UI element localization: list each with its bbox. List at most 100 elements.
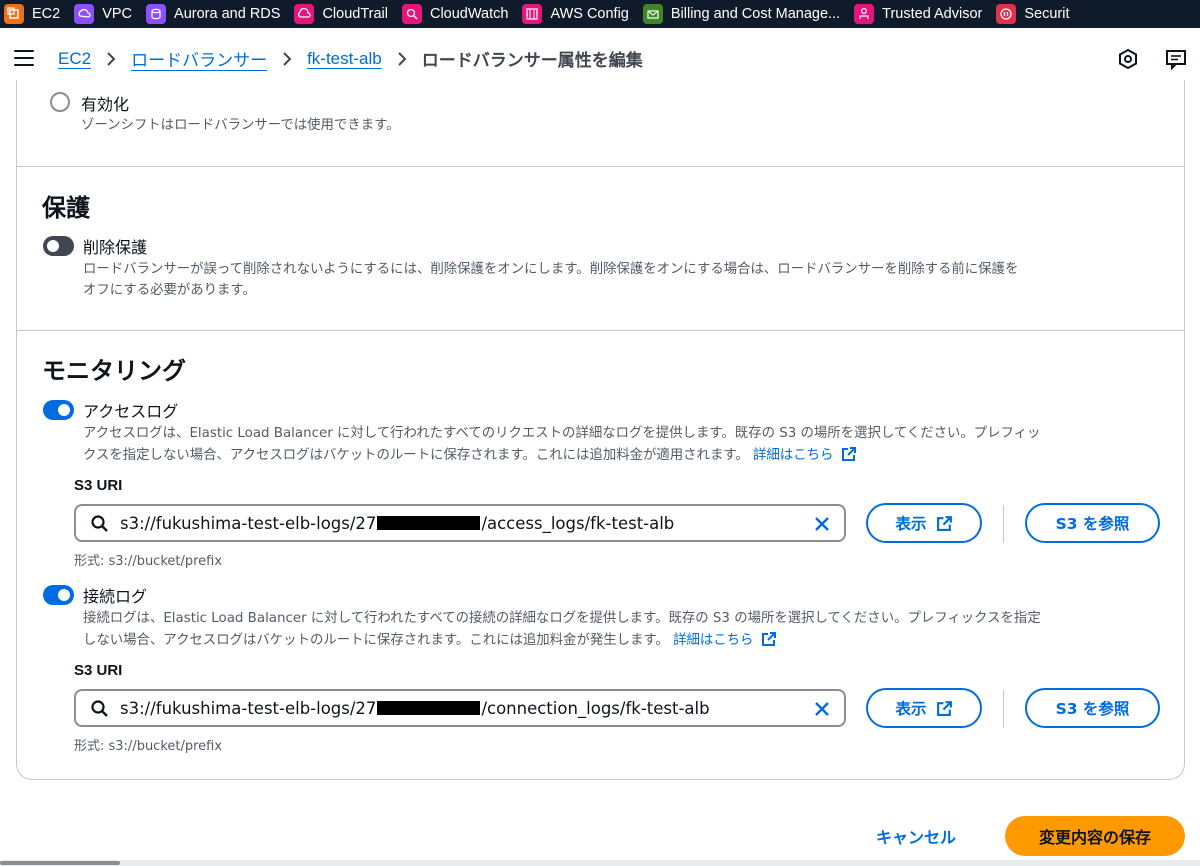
favorite-label: CloudTrail xyxy=(322,6,388,22)
favorite-label: Trusted Advisor xyxy=(882,6,983,22)
rds-icon xyxy=(146,4,167,24)
chevron-right-icon xyxy=(106,51,116,66)
zonal-shift-description: ゾーンシフトはロードバランサーでは使用できます。 xyxy=(81,118,400,133)
favorite-label: Billing and Cost Manage... xyxy=(670,6,841,22)
view-button-label: 表示 xyxy=(895,515,927,533)
cloudtrail-icon xyxy=(294,4,315,24)
favorite-label: EC2 xyxy=(32,6,61,22)
learn-more-label: 詳細はこちら xyxy=(753,448,834,463)
ec2-icon xyxy=(4,4,24,24)
favorite-cloudtrail[interactable]: CloudTrail xyxy=(290,0,398,28)
favorite-rds[interactable]: Aurora and RDS xyxy=(142,0,290,28)
enable-label: 有効化 xyxy=(81,95,130,114)
connection-logs-label: 接続ログ xyxy=(83,587,148,606)
connection-logs-toggle[interactable] xyxy=(43,585,74,605)
section-divider xyxy=(17,330,1184,331)
external-link-icon xyxy=(841,447,856,461)
favorite-aws-config[interactable]: AWS Config xyxy=(518,0,638,28)
access-logs-s3-uri-label: S3 URI xyxy=(74,477,123,494)
vpc-icon xyxy=(74,4,95,24)
connection-logs-s3-uri-value: s3://fukushima-test-elb-logs/27/connecti… xyxy=(120,699,710,718)
chevron-right-icon xyxy=(397,51,407,66)
favorite-label: Aurora and RDS xyxy=(174,6,281,22)
deletion-protection-description-2: オフにする必要があります。 xyxy=(83,283,256,298)
save-changes-button[interactable]: 変更内容の保存 xyxy=(1005,816,1185,856)
access-logs-s3-uri-input[interactable]: s3://fukushima-test-elb-logs/27/access_l… xyxy=(74,504,846,542)
search-icon xyxy=(91,700,108,717)
breadcrumb-fk-test-alb[interactable]: fk-test-alb xyxy=(307,49,382,69)
favorite-ec2[interactable]: EC2 xyxy=(0,0,70,28)
connection-logs-s3-uri-label: S3 URI xyxy=(74,662,123,679)
security-icon xyxy=(996,4,1017,24)
scrollbar-thumb[interactable] xyxy=(0,861,120,865)
favorite-security[interactable]: Securit xyxy=(992,0,1079,28)
cloudwatch-icon xyxy=(401,4,422,24)
favorite-billing[interactable]: Billing and Cost Manage... xyxy=(639,0,850,28)
uri-prefix: s3://fukushima-test-elb-logs/27 xyxy=(120,699,377,718)
monitoring-title: モニタリング xyxy=(42,357,186,385)
breadcrumb-current: ロードバランサー属性を編集 xyxy=(421,51,643,70)
access-logs-browse-s3-button[interactable]: S3 を参照 xyxy=(1025,503,1160,543)
trusted-advisor-icon xyxy=(854,4,875,24)
uri-suffix: /access_logs/fk-test-alb xyxy=(481,514,675,533)
access-logs-description-2: クスを指定しない場合、アクセスログはバケットのルートに保存されます。これには追加… xyxy=(83,444,857,467)
favorite-vpc[interactable]: VPC xyxy=(70,0,142,28)
breadcrumb-load-balancers[interactable]: ロードバランサー xyxy=(131,46,267,71)
connection-logs-browse-s3-button[interactable]: S3 を参照 xyxy=(1025,688,1160,728)
connection-logs-learn-more-link[interactable]: 詳細はこちら xyxy=(673,632,777,648)
access-logs-description-1: アクセスログは、Elastic Load Balancer に対して行われたすべ… xyxy=(83,426,1041,441)
hamburger-menu-icon[interactable] xyxy=(14,50,34,66)
access-logs-view-button[interactable]: 表示 xyxy=(866,503,982,543)
feedback-icon[interactable] xyxy=(1165,48,1187,71)
redaction-bar xyxy=(377,516,481,530)
clear-icon[interactable] xyxy=(812,514,832,534)
favorite-label: AWS Config xyxy=(550,6,629,22)
uri-suffix: /connection_logs/fk-test-alb xyxy=(481,699,710,718)
notifications-icon[interactable] xyxy=(1117,48,1139,70)
connection-logs-description-2: しない場合、アクセスログはバケットのルートに保存されます。これには追加料金が発生… xyxy=(83,629,777,652)
external-link-icon xyxy=(936,515,952,531)
cancel-button[interactable]: キャンセル xyxy=(876,824,956,848)
favorite-label: Securit xyxy=(1024,6,1070,22)
page-header: EC2 ロードバランサー fk-test-alb ロードバランサー属性を編集 xyxy=(0,28,1200,88)
access-logs-description-text: クスを指定しない場合、アクセスログはバケットのルートに保存されます。これには追加… xyxy=(83,448,749,463)
config-icon xyxy=(522,4,543,24)
access-logs-toggle[interactable] xyxy=(43,400,74,420)
deletion-protection-label: 削除保護 xyxy=(83,238,148,257)
favorites-bar: EC2 VPC Aurora and RDS CloudTrail CloudW… xyxy=(0,0,1200,28)
favorite-label: CloudWatch xyxy=(429,6,509,22)
redaction-bar xyxy=(377,701,481,715)
connection-logs-description-1: 接続ログは、Elastic Load Balancer に対して行われたすべての… xyxy=(83,611,1041,626)
access-logs-format-hint: 形式: s3://bucket/prefix xyxy=(74,554,223,569)
breadcrumb-ec2[interactable]: EC2 xyxy=(58,49,91,69)
external-link-icon xyxy=(936,700,952,716)
protection-title: 保護 xyxy=(42,194,90,222)
clear-icon[interactable] xyxy=(812,699,832,719)
favorite-cloudwatch[interactable]: CloudWatch xyxy=(398,0,518,28)
enable-radio[interactable] xyxy=(50,92,70,112)
favorite-trusted-advisor[interactable]: Trusted Advisor xyxy=(850,0,992,28)
view-button-label: 表示 xyxy=(895,700,927,718)
connection-logs-description-text: しない場合、アクセスログはバケットのルートに保存されます。これには追加料金が発生… xyxy=(83,633,669,648)
uri-prefix: s3://fukushima-test-elb-logs/27 xyxy=(120,514,377,533)
billing-icon xyxy=(642,4,663,24)
deletion-protection-description-1: ロードバランサーが誤って削除されないようにするには、削除保護をオンにします。削除… xyxy=(83,262,1019,277)
access-logs-label: アクセスログ xyxy=(83,402,179,421)
chevron-right-icon xyxy=(282,51,292,66)
deletion-protection-toggle[interactable] xyxy=(43,236,74,256)
breadcrumb: EC2 ロードバランサー fk-test-alb ロードバランサー属性を編集 xyxy=(58,46,643,71)
access-logs-s3-uri-value: s3://fukushima-test-elb-logs/27/access_l… xyxy=(120,514,674,533)
connection-logs-s3-uri-input[interactable]: s3://fukushima-test-elb-logs/27/connecti… xyxy=(74,689,846,727)
section-divider xyxy=(17,166,1184,167)
favorite-label: VPC xyxy=(102,6,133,22)
learn-more-label: 詳細はこちら xyxy=(673,633,754,648)
access-logs-learn-more-link[interactable]: 詳細はこちら xyxy=(753,447,857,463)
connection-logs-view-button[interactable]: 表示 xyxy=(866,688,982,728)
search-icon xyxy=(91,515,108,532)
attributes-panel: 有効化 ゾーンシフトはロードバランサーでは使用できます。 保護 削除保護 ロード… xyxy=(16,80,1185,780)
connection-logs-format-hint: 形式: s3://bucket/prefix xyxy=(74,739,223,754)
button-separator xyxy=(1003,505,1004,543)
horizontal-scrollbar[interactable] xyxy=(0,860,1200,866)
button-separator xyxy=(1003,690,1004,728)
external-link-icon xyxy=(761,632,776,646)
